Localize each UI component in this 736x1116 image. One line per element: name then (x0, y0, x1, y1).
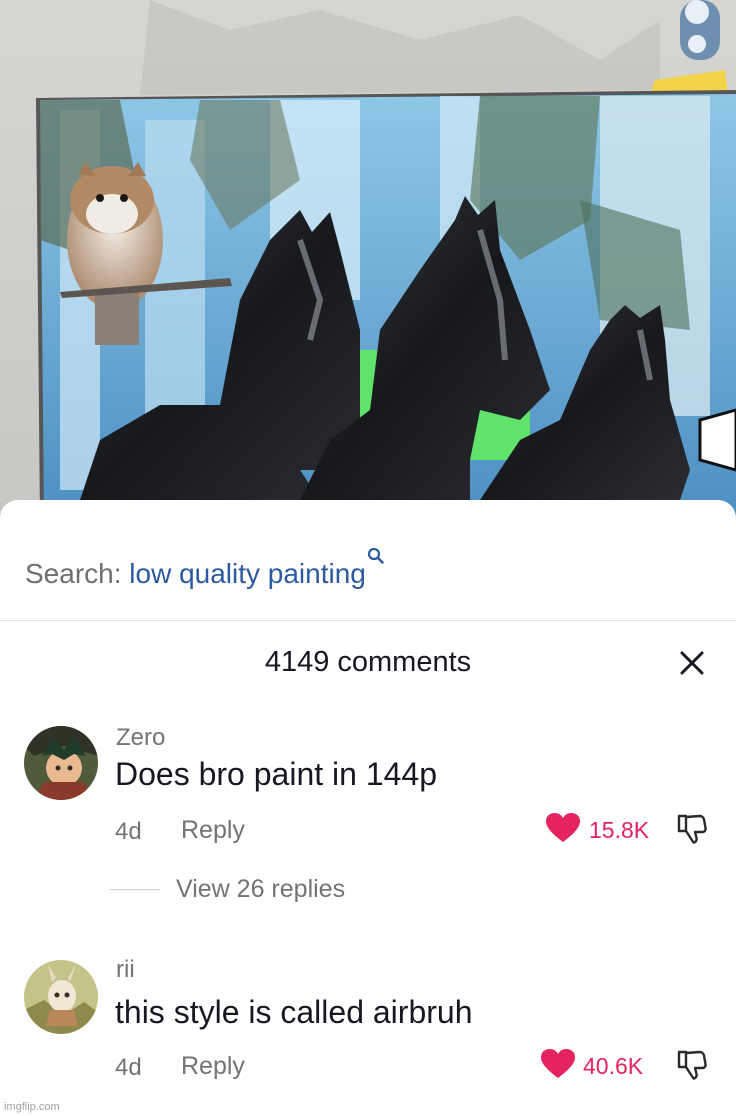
like-button[interactable] (540, 1048, 576, 1080)
comment-text: this style is called airbruh (115, 994, 473, 1030)
heart-icon (541, 1049, 575, 1078)
search-suggestion[interactable]: Search: low quality painting (25, 540, 385, 590)
comment-username[interactable]: rii (116, 956, 135, 984)
comment-item: rii this style is called airbruh 4d Repl… (0, 956, 736, 1106)
comments-sheet: Search: low quality painting 4149 commen… (0, 500, 736, 1116)
dislike-button[interactable] (675, 812, 709, 846)
comment-username[interactable]: Zero (116, 724, 165, 752)
reply-button[interactable]: Reply (181, 816, 245, 845)
avatar[interactable] (24, 960, 98, 1034)
watermark: imgflip.com (4, 1101, 60, 1113)
painting-image (0, 0, 736, 520)
search-query[interactable]: low quality painting (129, 558, 366, 589)
thumbs-down-icon (677, 1050, 707, 1080)
comments-count-title: 4149 comments (264, 646, 472, 678)
search-prefix: Search: (25, 558, 122, 589)
comment-text: Does bro paint in 144p (115, 756, 437, 792)
like-count: 40.6K (583, 1053, 644, 1079)
comment-item: Zero Does bro paint in 144p 4d Reply 15.… (0, 720, 736, 870)
comment-age: 4d (115, 818, 142, 845)
dislike-button[interactable] (675, 1048, 709, 1082)
search-icon (367, 540, 385, 564)
divider (0, 620, 736, 621)
comment-age: 4d (115, 1054, 142, 1081)
reply-button[interactable]: Reply (181, 1052, 245, 1081)
video-frame[interactable] (0, 0, 736, 520)
thumbs-down-icon (677, 814, 707, 844)
close-button[interactable] (676, 647, 708, 679)
avatar[interactable] (24, 726, 98, 800)
view-replies-button[interactable]: View 26 replies (176, 875, 345, 904)
close-icon (680, 651, 704, 675)
heart-icon (546, 813, 580, 842)
replies-indicator-line (110, 889, 160, 890)
like-count: 15.8K (589, 817, 650, 843)
like-button[interactable] (545, 812, 581, 844)
